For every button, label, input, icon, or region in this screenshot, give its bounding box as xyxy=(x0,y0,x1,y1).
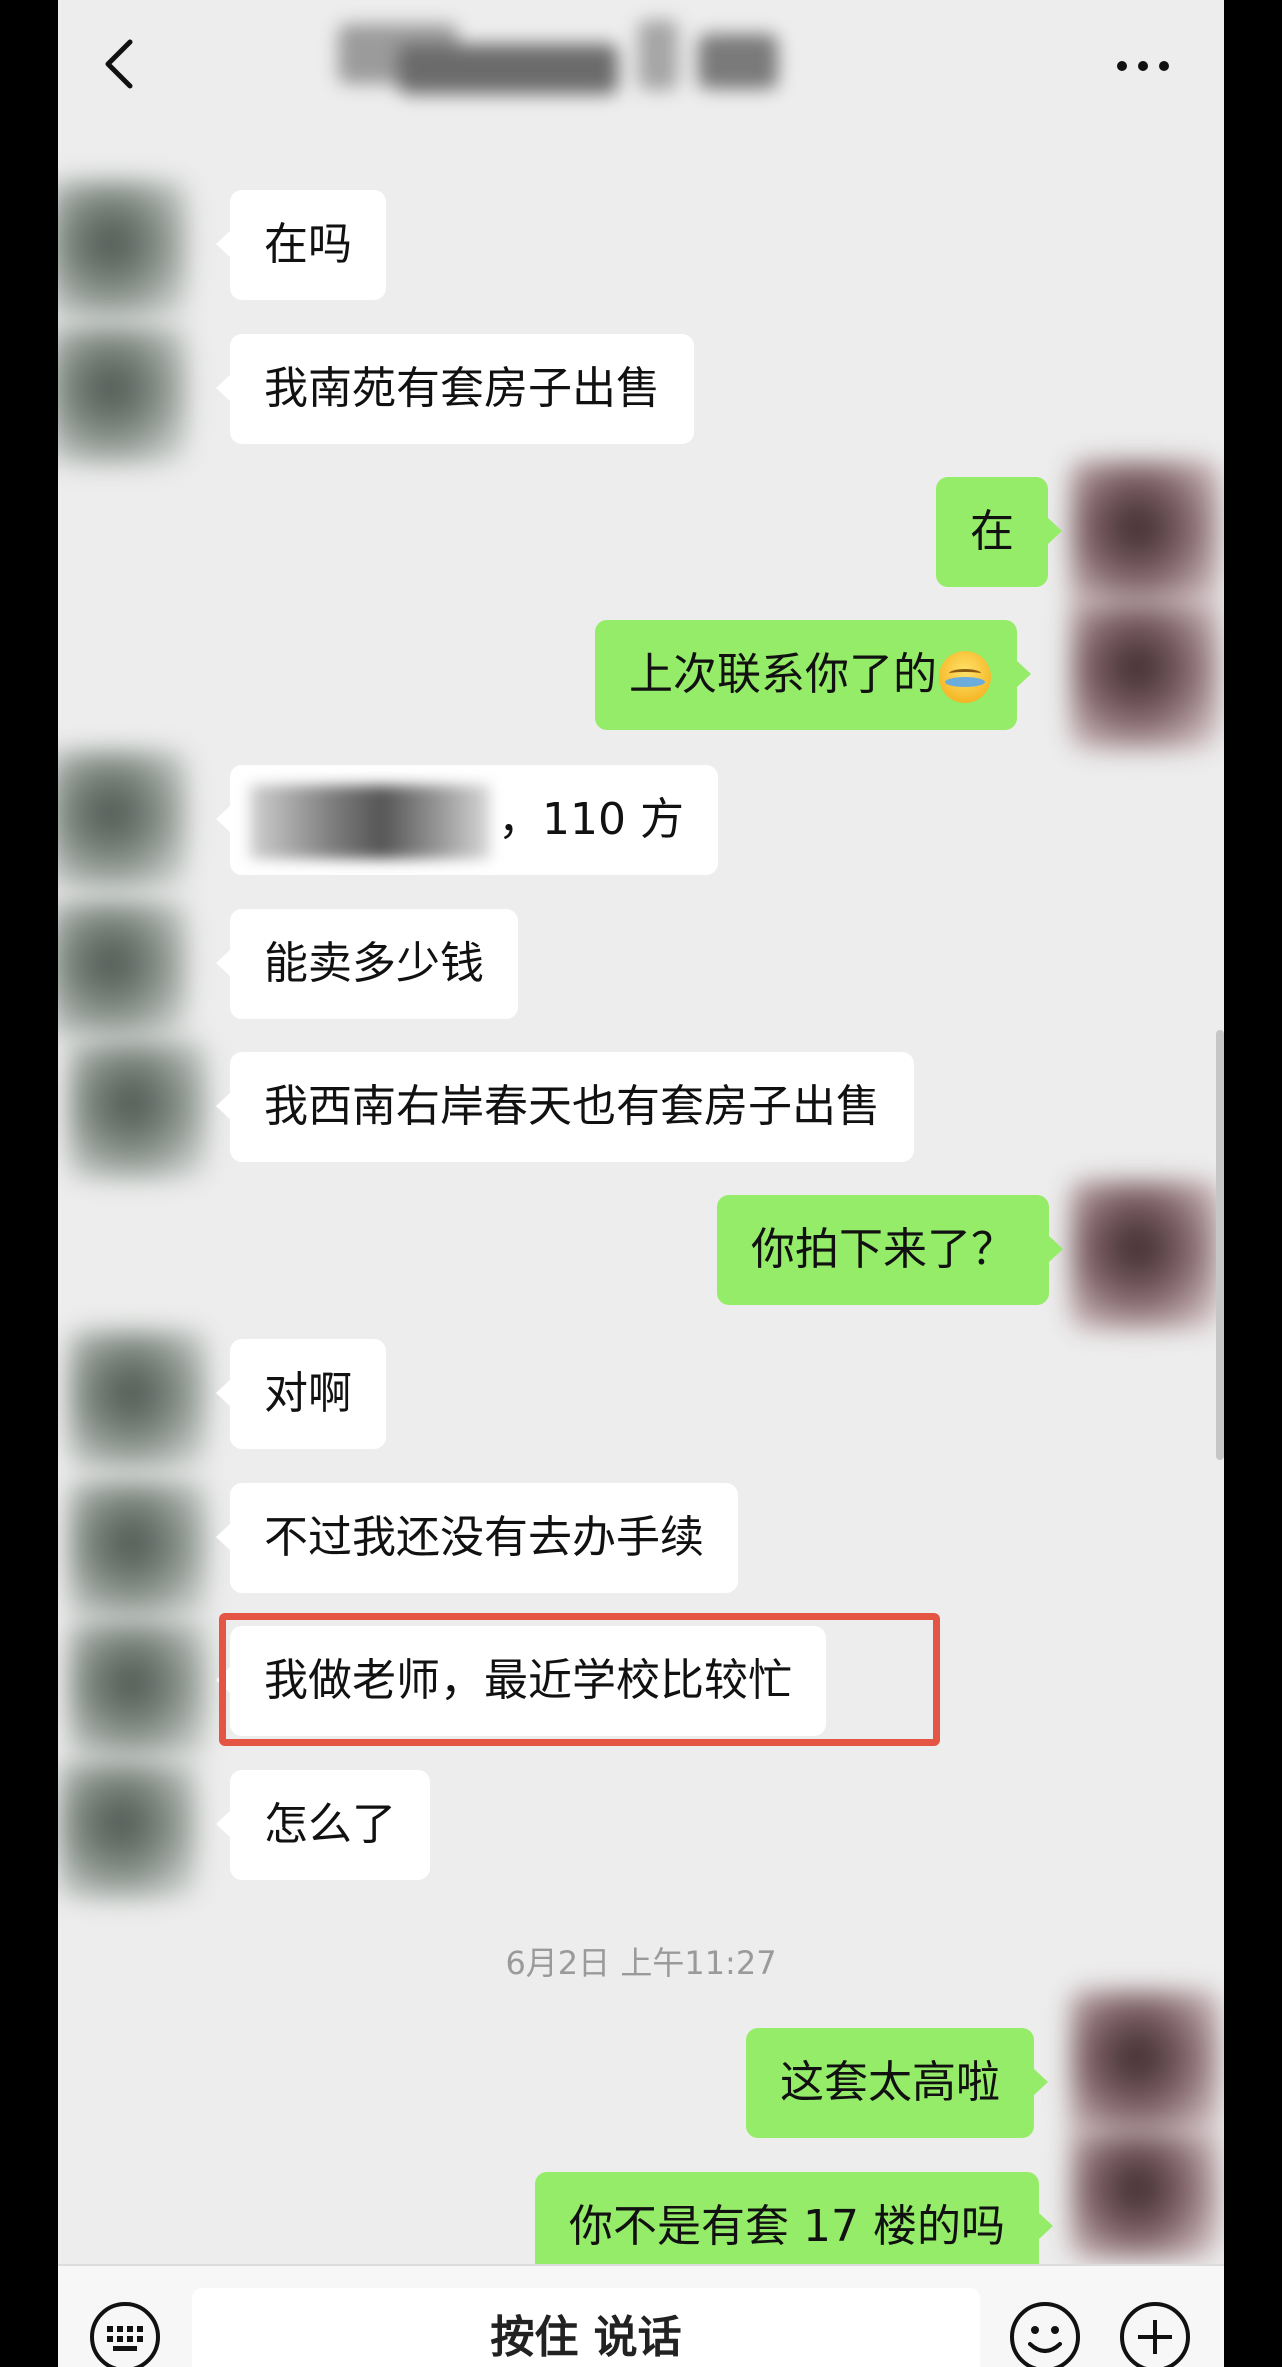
left-black-edge xyxy=(0,0,58,2367)
incoming-message[interactable]: 我南苑有套房子出售 xyxy=(216,334,694,444)
chat-screen: 在吗 我南苑有套房子出售 在 上次联系你了的 ，110 方 能卖多少钱 我西南右… xyxy=(58,0,1224,2367)
message-text: 上次联系你了的 xyxy=(629,649,937,700)
ellipsis-icon[interactable] xyxy=(1108,46,1178,86)
chevron-left-icon[interactable] xyxy=(92,34,152,94)
contact-avatar[interactable] xyxy=(58,750,188,890)
contact-avatar[interactable] xyxy=(58,900,188,1040)
incoming-message[interactable]: 能卖多少钱 xyxy=(216,909,518,1019)
outgoing-message[interactable]: 上次联系你了的 xyxy=(595,620,1031,730)
outgoing-message[interactable]: 你拍下来了？ xyxy=(717,1195,1063,1305)
contact-avatar[interactable] xyxy=(68,1330,208,1470)
redacted-text xyxy=(250,785,490,859)
input-bar: 按住 说话 xyxy=(58,2264,1224,2367)
hold-to-talk-button[interactable]: 按住 说话 xyxy=(192,2288,980,2367)
right-black-edge xyxy=(1224,0,1282,2367)
message-timestamp: 6月2日 上午11:27 xyxy=(505,1944,777,1982)
incoming-message[interactable]: 我西南右岸春天也有套房子出售 xyxy=(216,1052,914,1162)
contact-avatar[interactable] xyxy=(68,1040,208,1180)
emoji-icon[interactable] xyxy=(1008,2300,1082,2367)
keyboard-icon[interactable] xyxy=(88,2300,162,2367)
redacted-contact-name xyxy=(338,14,798,104)
plus-icon[interactable] xyxy=(1118,2300,1192,2367)
message-text: ，110 方 xyxy=(498,794,684,845)
outgoing-message[interactable]: 这套太高啦 xyxy=(746,2028,1048,2138)
incoming-message[interactable]: 对啊 xyxy=(216,1339,386,1449)
chat-header xyxy=(58,0,1224,130)
incoming-message[interactable]: 怎么了 xyxy=(216,1770,430,1880)
my-avatar[interactable] xyxy=(1070,600,1220,750)
laughing-crying-emoji xyxy=(939,651,991,703)
outgoing-message[interactable]: 在 xyxy=(936,477,1062,587)
scrollbar[interactable] xyxy=(1216,1030,1224,1460)
contact-avatar[interactable] xyxy=(68,1480,208,1620)
my-avatar[interactable] xyxy=(1070,460,1220,610)
incoming-message[interactable]: 不过我还没有去办手续 xyxy=(216,1483,738,1593)
contact-avatar[interactable] xyxy=(58,325,188,465)
incoming-message[interactable]: 在吗 xyxy=(216,190,386,300)
incoming-message[interactable]: ，110 方 xyxy=(216,765,718,875)
contact-avatar[interactable] xyxy=(58,180,188,320)
my-avatar[interactable] xyxy=(1070,1180,1220,1330)
my-avatar[interactable] xyxy=(1070,1990,1220,2140)
contact-avatar[interactable] xyxy=(68,1620,208,1760)
contact-avatar[interactable] xyxy=(58,1760,198,1900)
my-avatar[interactable] xyxy=(1070,2130,1220,2260)
red-highlight-box xyxy=(219,1613,940,1746)
